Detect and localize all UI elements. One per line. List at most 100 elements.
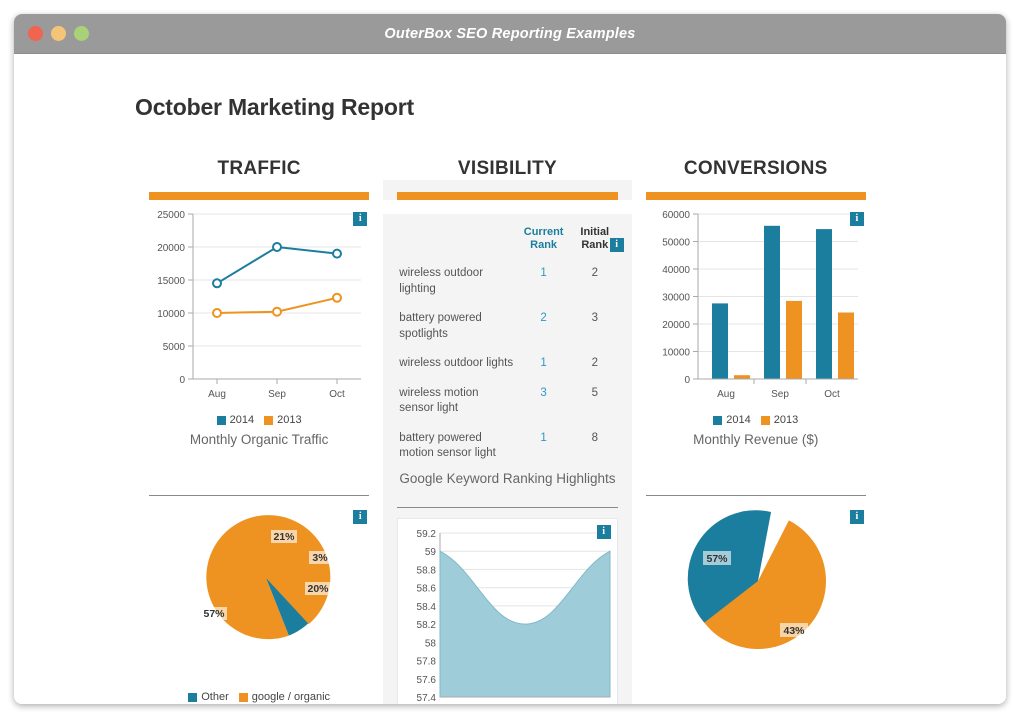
area-chart-frame: i 59.2 59 58.8 58.6 58.4 58.2 58 57.8 57… — [397, 518, 618, 704]
column-visibility: VISIBILITY i Current Rank Initial Rank w… — [383, 156, 632, 704]
window-titlebar: OuterBox SEO Reporting Examples — [14, 14, 1006, 54]
legend-item-google-organic: google / organic — [238, 691, 331, 703]
app-window: OuterBox SEO Reporting Examples October … — [14, 14, 1006, 704]
traffic-pie-card: i 21% 3% 20% 57% Other google / organic — [135, 496, 383, 704]
chart-caption: Monthly Revenue ($) — [693, 432, 819, 447]
traffic-pie-legend: Other google / organic — [149, 691, 369, 703]
traffic-sources-pie-chart: 21% 3% 20% 57% — [149, 496, 369, 691]
info-icon[interactable]: i — [596, 525, 611, 539]
info-icon[interactable]: i — [353, 510, 368, 524]
current-rank-cell: 3 — [540, 386, 547, 399]
pie-value-label: 43% — [783, 625, 805, 637]
y-tick: 59 — [425, 547, 437, 558]
table-row[interactable]: battery powered motion sensor light 1 8 — [397, 424, 617, 469]
y-tick: 10000 — [157, 309, 185, 320]
info-icon[interactable]: i — [353, 212, 368, 226]
page-title: October Marketing Report — [135, 94, 414, 120]
y-tick: 58.8 — [417, 565, 437, 576]
pie-slice-orange — [206, 515, 331, 640]
legend-swatch-icon — [713, 415, 723, 425]
y-tick: 40000 — [662, 265, 690, 276]
pie-value-label: 3% — [312, 552, 328, 564]
conversions-pie-svg: 57% 43% — [687, 510, 826, 649]
y-tick: 58.4 — [417, 602, 437, 613]
x-tick: Oct — [329, 389, 345, 400]
legend-swatch-icon — [188, 692, 198, 702]
data-point — [332, 248, 342, 259]
conversions-legend: 2014 2013 — [646, 414, 866, 426]
window-title: OuterBox SEO Reporting Examples — [384, 25, 636, 42]
pie-value-label: 21% — [273, 531, 295, 543]
initial-rank-cell: 3 — [591, 312, 598, 325]
bar-2013-oct — [837, 312, 854, 379]
y-tick: 58 — [425, 638, 437, 649]
traffic-line-card: i 25000 20000 15000 10000 5000 0 Aug Sep… — [135, 200, 383, 495]
bar-2014-aug — [711, 303, 728, 379]
y-tick: 0 — [179, 375, 185, 386]
current-rank-cell: 1 — [540, 267, 547, 280]
current-rank-cell: 1 — [540, 431, 547, 444]
data-point — [212, 308, 222, 318]
keyword-table-card: i Current Rank Initial Rank wireless out — [383, 226, 631, 507]
table-row[interactable]: wireless outdoor lighting 1 2 — [397, 259, 617, 304]
conversions-bar-svg: 60000 50000 40000 30000 20000 10000 0 Au… — [662, 210, 858, 400]
y-tick: 57.6 — [417, 675, 437, 686]
bar-2014-sep — [763, 225, 780, 379]
x-tick: Oct — [824, 389, 840, 400]
x-tick: Aug — [208, 389, 226, 400]
traffic-line-svg: 25000 20000 15000 10000 5000 0 Aug Sep O… — [157, 210, 361, 400]
table-row[interactable]: wireless motion sensor light 3 5 — [397, 379, 617, 424]
legend-swatch-icon — [216, 415, 226, 425]
legend-item-2014: 2014 — [216, 414, 255, 426]
y-tick: 10000 — [662, 348, 690, 359]
legend-swatch-icon — [238, 692, 248, 702]
initial-rank-cell: 2 — [591, 357, 598, 370]
report-columns: TRAFFIC i 25000 20000 15000 10000 5000 0… — [135, 156, 880, 704]
column-heading-conversions: CONVERSIONS — [683, 158, 828, 179]
data-point — [272, 242, 282, 252]
y-tick: 57.8 — [417, 657, 437, 668]
rank-area-card: i 59.2 59 58.8 58.6 58.4 58.2 58 57.8 57… — [383, 518, 631, 704]
pie-value-label: 20% — [307, 583, 329, 595]
y-tick: 25000 — [157, 210, 185, 221]
legend-label: google / organic — [251, 691, 331, 703]
legend-item-2013: 2013 — [264, 414, 302, 426]
legend-label: 2014 — [726, 414, 751, 426]
keyword-cell: battery powered spotlights — [399, 312, 482, 340]
current-rank-cell: 1 — [540, 357, 547, 370]
legend-item-other: Other — [188, 691, 229, 703]
y-tick: 50000 — [662, 238, 690, 249]
y-tick: 5000 — [163, 342, 186, 353]
x-tick: Sep — [771, 389, 789, 400]
traffic-sources-pie-svg: 21% 3% 20% 57% — [201, 515, 331, 640]
table-row[interactable]: battery powered spotlights 2 3 — [397, 304, 617, 349]
traffic-line-chart: 25000 20000 15000 10000 5000 0 Aug Sep O… — [149, 200, 369, 412]
column-heading-visibility: VISIBILITY — [383, 156, 632, 180]
current-rank-cell: 2 — [540, 312, 547, 325]
bar-2013-sep — [785, 300, 802, 379]
conversions-bar-chart: 60000 50000 40000 30000 20000 10000 0 Au… — [646, 200, 866, 412]
y-tick: 58.6 — [417, 584, 437, 595]
legend-label: 2013 — [773, 414, 799, 426]
legend-label: 2014 — [229, 414, 255, 426]
table-row[interactable]: wireless outdoor lights 1 2 — [397, 349, 617, 379]
heading-rule — [149, 192, 370, 200]
keyword-ranking-table: Current Rank Initial Rank wireless outdo… — [397, 226, 617, 469]
legend-label: Other — [201, 691, 229, 703]
y-tick: 20000 — [157, 243, 185, 254]
conversions-bar-card: i 60000 50000 40000 30000 20000 10000 0 … — [632, 200, 880, 495]
column-heading-traffic: TRAFFIC — [217, 158, 301, 179]
keyword-cell: wireless outdoor lighting — [399, 267, 484, 295]
x-tick: Sep — [268, 389, 286, 400]
chart-caption: Google Keyword Ranking Highlights — [399, 470, 616, 486]
info-icon[interactable]: i — [849, 510, 864, 524]
area-series — [439, 550, 611, 698]
info-icon[interactable]: i — [609, 238, 624, 252]
y-tick: 30000 — [662, 293, 690, 304]
chart-caption: Monthly Organic Traffic — [189, 432, 329, 447]
y-tick: 60000 — [662, 210, 690, 221]
info-icon[interactable]: i — [849, 212, 864, 226]
legend-swatch-icon — [264, 415, 274, 425]
pie-value-label: 57% — [203, 608, 225, 620]
conversions-pie-chart: 57% 43% — [646, 496, 866, 691]
